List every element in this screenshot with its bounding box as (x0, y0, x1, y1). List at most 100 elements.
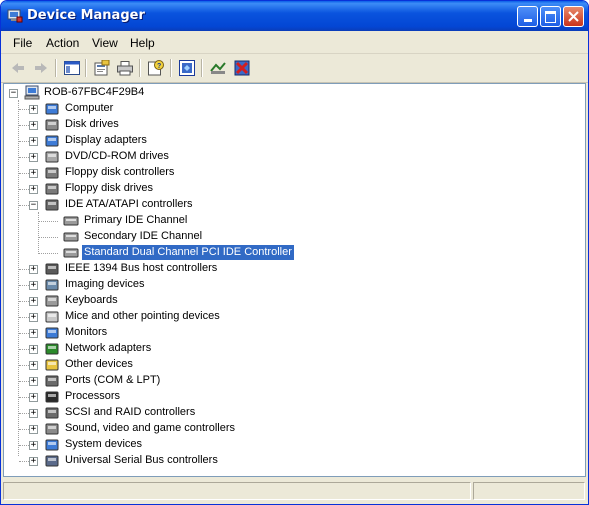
window-title: Device Manager (27, 8, 145, 23)
category-label[interactable]: Mice and other pointing devices (63, 309, 222, 324)
scan-hardware-button[interactable] (209, 59, 227, 77)
menu-file[interactable]: File (13, 36, 32, 50)
monitor-icon (45, 327, 59, 339)
category-expand-toggle[interactable]: + (29, 169, 38, 178)
show-hide-console-tree-button[interactable] (63, 59, 81, 77)
computer-root-icon (24, 85, 40, 100)
category-label[interactable]: Computer (63, 101, 115, 116)
category-expand-toggle[interactable]: + (29, 121, 38, 130)
category-label[interactable]: System devices (63, 437, 144, 452)
tree-root-label[interactable]: ROB-67FBC4F29B4 (42, 85, 146, 100)
print-button[interactable] (116, 59, 134, 77)
properties-icon (94, 60, 110, 76)
dvd-drive-icon (45, 151, 59, 163)
tree-line (19, 461, 29, 463)
display-adapter-icon (45, 135, 59, 147)
category-expand-toggle[interactable]: + (29, 409, 38, 418)
help-button[interactable]: ? (147, 59, 165, 77)
category-expand-toggle[interactable]: − (29, 201, 38, 210)
category-expand-toggle[interactable]: + (29, 361, 38, 370)
category-label[interactable]: IEEE 1394 Bus host controllers (63, 261, 219, 276)
tree-line (19, 317, 29, 319)
menu-help[interactable]: Help (130, 36, 155, 50)
category-expand-toggle[interactable]: + (29, 345, 38, 354)
tree-line (19, 349, 29, 351)
sound-icon (45, 423, 59, 435)
close-icon (568, 11, 579, 22)
category-expand-toggle[interactable]: + (29, 185, 38, 194)
ieee1394-icon (45, 263, 59, 275)
processor-icon (45, 391, 59, 403)
computer-icon (45, 103, 59, 115)
category-expand-toggle[interactable]: + (29, 137, 38, 146)
category-label[interactable]: Universal Serial Bus controllers (63, 453, 220, 468)
category-label[interactable]: Imaging devices (63, 277, 147, 292)
category-expand-toggle[interactable]: + (29, 329, 38, 338)
category-label[interactable]: Floppy disk controllers (63, 165, 176, 180)
category-label[interactable]: Sound, video and game controllers (63, 421, 237, 436)
category-label[interactable]: Other devices (63, 357, 135, 372)
forward-icon (35, 63, 47, 73)
category-expand-toggle[interactable]: + (29, 457, 38, 466)
category-label[interactable]: Keyboards (63, 293, 120, 308)
tree-line (19, 285, 29, 287)
toolbar-separator (85, 59, 87, 77)
imaging-device-icon (45, 279, 59, 291)
port-icon (45, 375, 59, 387)
tree-line (19, 381, 29, 383)
device-manager-icon (7, 9, 23, 23)
toolbar-separator (170, 59, 172, 77)
root-collapse-toggle[interactable]: − (9, 89, 18, 98)
menu-bar: File Action View Help (1, 31, 588, 54)
status-pane-secondary (473, 482, 585, 500)
forward-button[interactable] (32, 59, 50, 77)
category-label[interactable]: Disk drives (63, 117, 121, 132)
category-expand-toggle[interactable]: + (29, 393, 38, 402)
category-label[interactable]: IDE ATA/ATAPI controllers (63, 197, 195, 212)
category-expand-toggle[interactable]: + (29, 425, 38, 434)
category-expand-toggle[interactable]: + (29, 281, 38, 290)
svg-text:?: ? (157, 63, 161, 70)
category-label[interactable]: DVD/CD-ROM drives (63, 149, 171, 164)
status-pane-main (3, 482, 471, 500)
toolbar: ? (1, 54, 588, 83)
tree-line (19, 141, 29, 143)
category-label[interactable]: Ports (COM & LPT) (63, 373, 162, 388)
category-expand-toggle[interactable]: + (29, 441, 38, 450)
properties-button[interactable] (93, 59, 111, 77)
update-driver-button[interactable] (178, 59, 196, 77)
category-expand-toggle[interactable]: + (29, 265, 38, 274)
disk-drive-icon (45, 119, 59, 131)
back-button[interactable] (9, 59, 27, 77)
category-label[interactable]: Processors (63, 389, 122, 404)
device-label[interactable]: Primary IDE Channel (82, 213, 189, 228)
category-expand-toggle[interactable]: + (29, 153, 38, 162)
category-label[interactable]: Monitors (63, 325, 109, 340)
menu-view[interactable]: View (92, 36, 118, 50)
device-label[interactable]: Secondary IDE Channel (82, 229, 204, 244)
close-button[interactable] (563, 6, 584, 27)
category-label[interactable]: SCSI and RAID controllers (63, 405, 197, 420)
uninstall-button[interactable] (233, 59, 251, 77)
tree-line (19, 109, 29, 111)
scsi-controller-icon (45, 407, 59, 419)
title-bar[interactable]: Device Manager (1, 1, 588, 31)
category-expand-toggle[interactable]: + (29, 377, 38, 386)
mouse-icon (45, 311, 59, 323)
ide-channel-icon (63, 216, 79, 226)
minimize-button[interactable] (517, 6, 538, 27)
category-expand-toggle[interactable]: + (29, 297, 38, 306)
category-expand-toggle[interactable]: + (29, 313, 38, 322)
category-label[interactable]: Network adapters (63, 341, 153, 356)
device-tree[interactable]: − ROB-67FBC4F29B4 + Computer + Disk drives +… (3, 83, 586, 477)
tree-line (19, 365, 29, 367)
tree-line (38, 221, 58, 223)
category-expand-toggle[interactable]: + (29, 105, 38, 114)
keyboard-icon (45, 295, 59, 307)
category-label[interactable]: Display adapters (63, 133, 149, 148)
maximize-button[interactable] (540, 6, 561, 27)
menu-action[interactable]: Action (46, 36, 79, 50)
category-label[interactable]: Floppy disk drives (63, 181, 155, 196)
selected-device-label[interactable]: Standard Dual Channel PCI IDE Controller (82, 245, 294, 260)
maximize-icon (545, 10, 556, 23)
